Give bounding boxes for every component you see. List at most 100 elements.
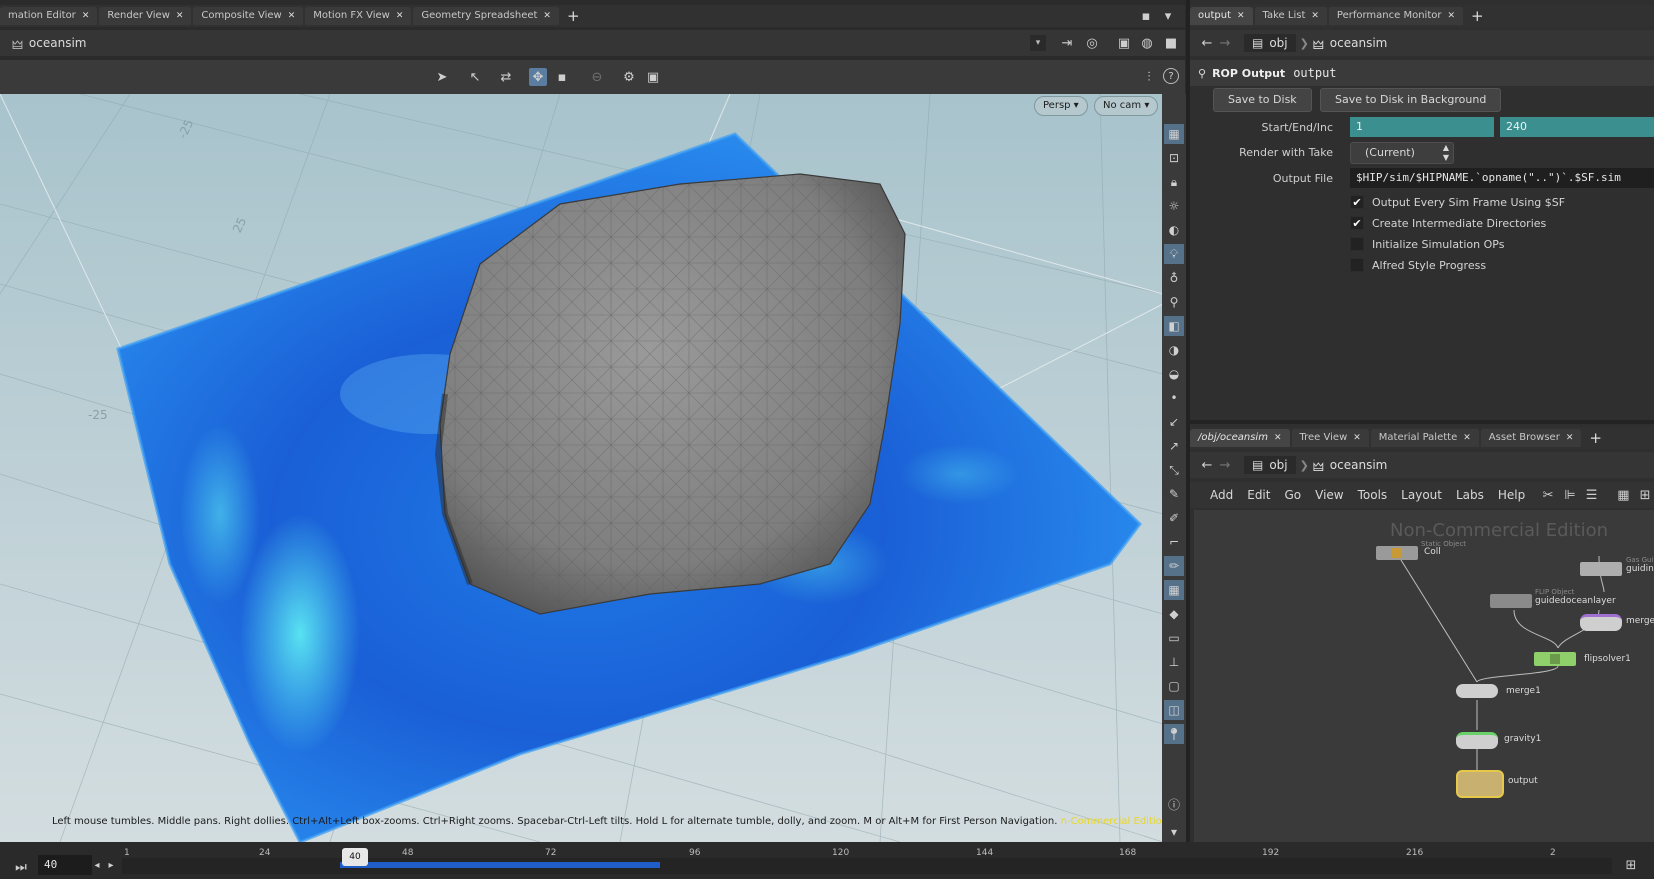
close-icon[interactable]: ✕ bbox=[543, 7, 551, 25]
edit-icon[interactable]: ✏ bbox=[1164, 556, 1184, 576]
disabled-tool-icon[interactable]: ⊖ bbox=[588, 68, 606, 86]
transform-icon[interactable]: ⇄ bbox=[497, 68, 515, 86]
tab-geometry-spreadsheet[interactable]: Geometry Spreadsheet ✕ bbox=[413, 7, 559, 25]
current-frame-field[interactable]: 40 bbox=[38, 855, 92, 875]
ruler-icon[interactable]: ⤡ bbox=[1164, 460, 1184, 480]
timeline-track[interactable]: 40 bbox=[122, 848, 1612, 874]
close-icon[interactable]: ✕ bbox=[1447, 7, 1455, 25]
forward-arrow-icon[interactable]: → bbox=[1216, 456, 1234, 474]
timeline-options-icon[interactable]: ⊞ bbox=[1622, 856, 1640, 874]
close-icon[interactable]: ✕ bbox=[1237, 7, 1245, 25]
info-icon[interactable]: ⓘ bbox=[1164, 794, 1184, 814]
node-guidedoceanlayer[interactable] bbox=[1490, 594, 1532, 608]
pane-menu-icon[interactable]: ▪ bbox=[1137, 7, 1155, 25]
menu-help[interactable]: Help bbox=[1498, 488, 1525, 502]
view-tool-icon[interactable]: ✥ bbox=[529, 68, 547, 86]
close-icon[interactable]: ✕ bbox=[82, 7, 90, 25]
close-icon[interactable]: ✕ bbox=[1566, 429, 1574, 447]
close-icon[interactable]: ✕ bbox=[1463, 429, 1471, 447]
guide-icon[interactable]: ◒ bbox=[1164, 364, 1184, 384]
tab-material-palette[interactable]: Material Palette ✕ bbox=[1370, 429, 1479, 447]
add-tab-icon[interactable]: + bbox=[1465, 7, 1490, 25]
menu-edit[interactable]: Edit bbox=[1247, 488, 1270, 502]
close-icon[interactable]: ✕ bbox=[1353, 429, 1361, 447]
globe-icon[interactable]: ◍ bbox=[1138, 34, 1156, 52]
tab-performance-monitor[interactable]: Performance Monitor ✕ bbox=[1328, 7, 1464, 25]
paint-icon[interactable]: ✎ bbox=[1164, 484, 1184, 504]
tile-view-icon[interactable]: ⊞ bbox=[1636, 486, 1654, 504]
network-canvas[interactable]: Non-Commercial Edition Static Object Col… bbox=[1194, 510, 1654, 845]
bulb-icon[interactable]: 💡︎ bbox=[1164, 244, 1184, 264]
path-root[interactable]: ▤ obj bbox=[1244, 34, 1296, 52]
tab-obj-oceansim[interactable]: /obj/oceansim ✕ bbox=[1190, 429, 1290, 447]
grid-view-icon[interactable]: ▦ bbox=[1615, 486, 1633, 504]
tab-motion-fx-view[interactable]: Motion FX View ✕ bbox=[305, 7, 412, 25]
vector-icon[interactable]: ↗ bbox=[1164, 436, 1184, 456]
back-arrow-icon[interactable]: ← bbox=[1198, 456, 1216, 474]
node-output[interactable] bbox=[1456, 770, 1504, 798]
display-options-icon[interactable]: ⫶ bbox=[1140, 68, 1158, 86]
axis-icon[interactable]: ⊥ bbox=[1164, 652, 1184, 672]
persp-menu[interactable]: Persp ▾ bbox=[1034, 96, 1088, 116]
select-geometry-icon[interactable]: ↖ bbox=[466, 68, 484, 86]
camera-tool-icon[interactable]: ⚙ bbox=[620, 68, 638, 86]
close-icon[interactable]: ✕ bbox=[1311, 7, 1319, 25]
checkbox-checked[interactable]: ✔ bbox=[1350, 195, 1364, 209]
checkbox-alfred-progress[interactable]: Alfred Style Progress bbox=[1350, 258, 1486, 272]
close-icon[interactable]: ✕ bbox=[288, 7, 296, 25]
headlight-icon[interactable]: ♁ bbox=[1164, 268, 1184, 288]
close-icon[interactable]: ✕ bbox=[396, 7, 404, 25]
menu-go[interactable]: Go bbox=[1284, 488, 1301, 502]
save-to-disk-button[interactable]: Save to Disk bbox=[1213, 88, 1312, 112]
help-icon[interactable]: ? bbox=[1163, 68, 1179, 84]
checkbox-unchecked[interactable] bbox=[1350, 237, 1364, 251]
tab-composite-view[interactable]: Composite View ✕ bbox=[193, 7, 304, 25]
light-icon[interactable]: ☼ bbox=[1164, 196, 1184, 216]
bake-icon[interactable]: ▭ bbox=[1164, 628, 1184, 648]
forward-arrow-icon[interactable]: → bbox=[1216, 34, 1234, 52]
path-node[interactable]: 🜲 oceansim bbox=[1313, 31, 1387, 56]
inc-field[interactable] bbox=[1646, 117, 1654, 137]
add-tab-icon[interactable]: + bbox=[1583, 429, 1608, 447]
viewport-scene[interactable] bbox=[0, 94, 1163, 842]
shading-icon[interactable]: ◐ bbox=[1164, 220, 1184, 240]
pane-splitter[interactable] bbox=[1190, 420, 1654, 424]
tab-output[interactable]: output ✕ bbox=[1190, 7, 1253, 25]
end-frame-field[interactable]: 240 bbox=[1500, 117, 1646, 137]
tab-animation-editor[interactable]: mation Editor ✕ bbox=[0, 7, 98, 25]
menu-view[interactable]: View bbox=[1315, 488, 1343, 502]
close-icon[interactable]: ✕ bbox=[176, 7, 184, 25]
node-flipsolver[interactable] bbox=[1534, 652, 1576, 666]
camera-link-icon[interactable]: ⚲ bbox=[1164, 292, 1184, 312]
tree-icon[interactable]: ⊫ bbox=[1561, 486, 1579, 504]
checkbox-initialize-sim[interactable]: Initialize Simulation OPs bbox=[1350, 237, 1504, 251]
snap-icon[interactable]: ▪ bbox=[553, 68, 571, 86]
menu-add[interactable]: Add bbox=[1210, 488, 1233, 502]
crop-icon[interactable]: ⌐ bbox=[1164, 532, 1184, 552]
wrench-icon[interactable]: ✂ bbox=[1539, 486, 1557, 504]
back-arrow-icon[interactable]: ← bbox=[1198, 34, 1216, 52]
list-icon[interactable]: ☰ bbox=[1583, 486, 1601, 504]
menu-tools[interactable]: Tools bbox=[1358, 488, 1388, 502]
pin-icon[interactable]: ⇥ bbox=[1058, 34, 1076, 52]
brush-icon[interactable]: ✐ bbox=[1164, 508, 1184, 528]
start-frame-field[interactable]: 1 bbox=[1350, 117, 1494, 137]
checkbox-unchecked[interactable] bbox=[1350, 258, 1364, 272]
tab-take-list[interactable]: Take List ✕ bbox=[1254, 7, 1327, 25]
collapse-icon[interactable]: ▾ bbox=[1164, 822, 1184, 842]
select-tool-icon[interactable]: ➤ bbox=[433, 68, 451, 86]
add-tab-icon[interactable]: + bbox=[561, 7, 586, 25]
jump-end-icon[interactable]: ⏭ bbox=[12, 858, 30, 876]
step-forward-icon[interactable]: ▸ bbox=[102, 856, 120, 874]
checkbox-checked[interactable]: ✔ bbox=[1350, 216, 1364, 230]
node-merge1[interactable] bbox=[1456, 684, 1498, 698]
path-segment[interactable]: 🜲 oceansim bbox=[12, 31, 86, 56]
node-gravity[interactable] bbox=[1456, 732, 1498, 749]
menu-layout[interactable]: Layout bbox=[1401, 488, 1442, 502]
pin-tool-icon[interactable]: 📍︎ bbox=[1164, 724, 1184, 744]
bg-image-icon[interactable]: ◧ bbox=[1164, 316, 1184, 336]
camera-menu[interactable]: No cam ▾ bbox=[1094, 96, 1159, 116]
display-icon[interactable]: ◑ bbox=[1164, 340, 1184, 360]
scene-viewport[interactable]: -25 25 -25 Persp ▾ No cam ▾ Left mouse t… bbox=[0, 94, 1163, 842]
output-file-field[interactable]: $HIP/sim/$HIPNAME.`opname("..")`.$SF.sim bbox=[1350, 168, 1654, 188]
